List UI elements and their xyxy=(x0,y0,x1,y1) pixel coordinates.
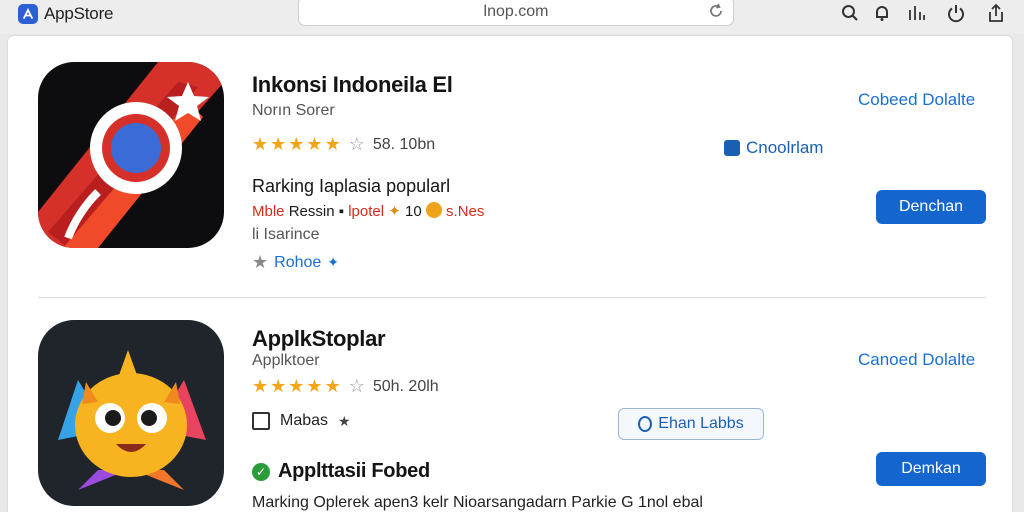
drop-icon xyxy=(638,416,653,432)
app-store-icon xyxy=(18,4,38,24)
url-text: lnop.com xyxy=(483,3,549,20)
app-store-title: AppStore xyxy=(44,4,114,23)
star-icon: ★ xyxy=(270,376,287,396)
calendar-icon xyxy=(252,412,270,430)
promo-red-text-2: lpotel xyxy=(348,203,385,220)
address-bar[interactable]: lnop.com xyxy=(298,0,734,26)
app-2-outline-button[interactable]: Ehan Labbs xyxy=(618,408,764,440)
app-store-brand[interactable]: AppStore xyxy=(18,2,113,26)
app-1-tag-label: Rohoe xyxy=(274,253,322,271)
star-icon: ★ xyxy=(270,134,287,154)
star-icon: ★ xyxy=(306,134,323,154)
promo-tail-text: s.Nes xyxy=(446,203,485,220)
app-1-subtitle: Norın Sorer xyxy=(252,102,335,119)
app-1-meta: li Isarince xyxy=(252,226,320,243)
star-icon: ★ xyxy=(288,376,305,396)
star-outline-icon: ★ xyxy=(252,252,269,272)
empty-star-icon: ☆ xyxy=(348,376,365,396)
app-2-tag[interactable]: Mabas ★ xyxy=(252,412,351,430)
app-2-download-button[interactable]: Demkan xyxy=(876,452,986,486)
promo-count: 10 xyxy=(405,203,422,220)
app-2-footer-text: Marking Oplerek apen3 kelr Nioarsangadar… xyxy=(252,494,703,511)
check-icon: ✓ xyxy=(252,462,270,481)
app-2-section-title: Applttasii Fobed xyxy=(278,460,430,482)
reload-icon[interactable] xyxy=(707,2,725,20)
app-2-rating: ★ ★ ★ ★ ★ ☆ 50h. 20lh xyxy=(252,376,439,397)
app-1-title[interactable]: Inkonsi Indoneila El xyxy=(252,72,453,98)
star-icon: ★ xyxy=(324,134,341,154)
app-1-tag[interactable]: ★ Rohoe ✦ xyxy=(252,252,339,273)
bag-icon xyxy=(724,140,740,156)
coin-icon xyxy=(425,202,442,218)
app-2-subtitle: Applktoer xyxy=(252,352,320,369)
star-icon: ★ xyxy=(306,376,323,396)
star-icon: ★ xyxy=(252,376,269,396)
top-bar: AppStore lnop.com xyxy=(0,0,1024,34)
app-icon-2[interactable] xyxy=(38,320,224,506)
search-icon[interactable] xyxy=(840,3,860,23)
app-1-rating: ★ ★ ★ ★ ★ ☆ 58. 10bn xyxy=(252,134,435,155)
star-icon: ★ xyxy=(288,134,305,154)
app-2-rating-text: 50h. 20lh xyxy=(372,377,439,395)
flame-icon: ✦ xyxy=(388,203,401,220)
verified-icon: ✦ xyxy=(327,254,340,270)
app-2-tag-label: Mabas xyxy=(280,412,329,429)
power-icon[interactable] xyxy=(946,3,966,23)
app-1-download-button[interactable]: Denchan xyxy=(876,190,986,224)
app-1-side-link[interactable]: Cnoolrlam xyxy=(724,138,823,158)
share-icon[interactable] xyxy=(906,3,926,23)
empty-star-icon: ☆ xyxy=(348,134,365,154)
app-2-section: ✓ Applttasii Fobed xyxy=(252,460,430,483)
app-2-outline-button-label: Ehan Labbs xyxy=(658,415,744,432)
app-2-link[interactable]: Canoed Dolalte xyxy=(858,350,975,370)
upload-icon[interactable] xyxy=(986,3,1006,23)
star-icon: ★ xyxy=(252,134,269,154)
promo-text: Ressin xyxy=(288,203,335,220)
divider xyxy=(38,297,986,298)
star-icon: ★ xyxy=(324,376,341,396)
star-small-icon: ★ xyxy=(338,412,351,429)
app-1-side-link-label: Cnoolrlam xyxy=(746,138,824,157)
app-1-rating-text: 58. 10bn xyxy=(372,135,436,153)
app-icon-1[interactable] xyxy=(38,62,224,248)
app-1-link[interactable]: Cobeed Dolalte xyxy=(858,90,975,110)
bell-icon[interactable] xyxy=(872,3,892,23)
app-2-title[interactable]: ApplkStoplar xyxy=(252,326,386,352)
app-1-section-title: Rarking Iaplasia popularl xyxy=(252,176,451,196)
promo-red-text: Mble xyxy=(252,203,285,220)
app-1-promo-line: Mble Ressin ▪ lpotel ✦ 10 s.Nes xyxy=(252,202,485,220)
